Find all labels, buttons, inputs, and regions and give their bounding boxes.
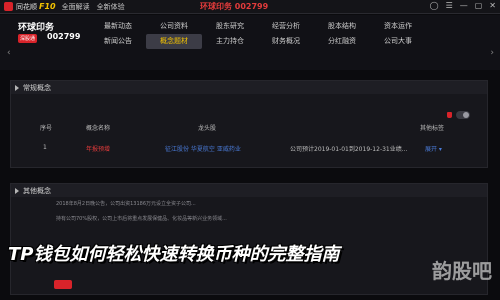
list-item: 2018年8月2日晚公告，公司出资13186万元设立全资子公司... [56, 201, 196, 207]
panel-title: 常规概念 [23, 83, 51, 92]
f10-nav: 最新动态 公司资料 股东研究 经营分析 股本结构 资本运作 新闻公告 概念题材 … [90, 19, 426, 49]
panel-toggle-switch[interactable] [456, 111, 470, 119]
concept-description-list: 2018年8月2日晚公告，公司出资13186万元设立全资子公司... 持有公司7… [56, 200, 476, 230]
maximize-button[interactable]: ▢ [475, 1, 483, 10]
tab-concepts[interactable]: 概念题材 [146, 34, 202, 49]
headline-overlay: TP钱包如何轻松快速转换币种的完整指南 [0, 240, 500, 272]
other-concepts-header[interactable]: 其他概念 [11, 184, 487, 197]
close-button[interactable]: ✕ [489, 1, 496, 10]
panel-title: 其他概念 [23, 186, 51, 195]
header-leaders: 龙头股 [198, 125, 217, 132]
minimize-button[interactable]: — [460, 1, 468, 10]
stock-code: 002799 [47, 32, 81, 41]
header-other-tags: 其他标签 [420, 125, 445, 132]
header-index: 序号 [40, 125, 53, 132]
tab-financials[interactable]: 财务概况 [258, 34, 314, 49]
tab-shareholders[interactable]: 股东研究 [202, 19, 258, 34]
app-logo-text: 同花顺 [16, 2, 37, 11]
leader-stocks[interactable]: 征江股份 华夏航空 亚威药业 [165, 144, 241, 153]
collapse-caret-icon[interactable] [15, 84, 19, 91]
app-logo: 同花顺 F10 [0, 0, 56, 14]
row-index: 1 [43, 144, 47, 151]
tab-latest[interactable]: 最新动态 [90, 19, 146, 34]
table-header: 序号 概念名称 龙头股 其他标签 [20, 123, 488, 135]
tab-capital-structure[interactable]: 股本结构 [314, 19, 370, 34]
tab-news[interactable]: 新闻公告 [90, 34, 146, 49]
stock-tag-badge: 深股通 [18, 34, 38, 43]
regular-concepts-header[interactable]: 常规概念 [11, 81, 487, 94]
list-item: 持有公司70%股权，公司上市后将重点发展保健品、化妆品等新兴业务领域... [56, 216, 227, 222]
next-stock-icon[interactable]: › [490, 48, 494, 58]
expand-button[interactable]: 展开 ▾ [425, 144, 442, 153]
top-menu: 全面解读 全新体验 [62, 2, 132, 12]
app-logo-icon [4, 2, 13, 11]
window-title: 环球印务 002799 [200, 2, 269, 11]
window-controls: ◯ ☰ — ▢ ✕ [423, 1, 496, 10]
concept-link[interactable]: 年报预增 [86, 144, 110, 153]
tab-operations[interactable]: 经营分析 [258, 19, 314, 34]
table-row: 1 年报预增 征江股份 华夏航空 亚威药业 公司预计2019-01-01到201… [20, 144, 488, 156]
badge-icon [54, 280, 72, 289]
watermark: 韵股吧 [432, 259, 492, 283]
tab-events[interactable]: 公司大事 [370, 34, 426, 49]
concept-detail: 公司预计2019-01-01到2019-12-31业绩... [290, 146, 408, 153]
tab-holdings[interactable]: 主力持仓 [202, 34, 258, 49]
app-product-name: F10 [39, 2, 56, 11]
collapse-caret-icon[interactable] [15, 187, 19, 194]
user-icon[interactable]: ◯ [430, 1, 439, 10]
prev-stock-icon[interactable]: ‹ [7, 48, 11, 58]
header-concept: 概念名称 [86, 125, 111, 132]
tab-capital-operations[interactable]: 资本运作 [370, 19, 426, 34]
menu-item-full-interpretation[interactable]: 全面解读 [62, 2, 90, 12]
tab-company-profile[interactable]: 公司资料 [146, 19, 202, 34]
title-bar: 同花顺 F10 全面解读 全新体验 环球印务 002799 ◯ ☰ — ▢ ✕ [0, 0, 500, 14]
tab-dividends[interactable]: 分红融资 [314, 34, 370, 49]
alert-bell-icon[interactable] [447, 112, 452, 118]
menu-item-new-experience[interactable]: 全新体验 [97, 2, 125, 12]
menu-icon[interactable]: ☰ [446, 1, 453, 10]
headline-text: TP钱包如何轻松快速转换币种的完整指南 [8, 244, 340, 265]
